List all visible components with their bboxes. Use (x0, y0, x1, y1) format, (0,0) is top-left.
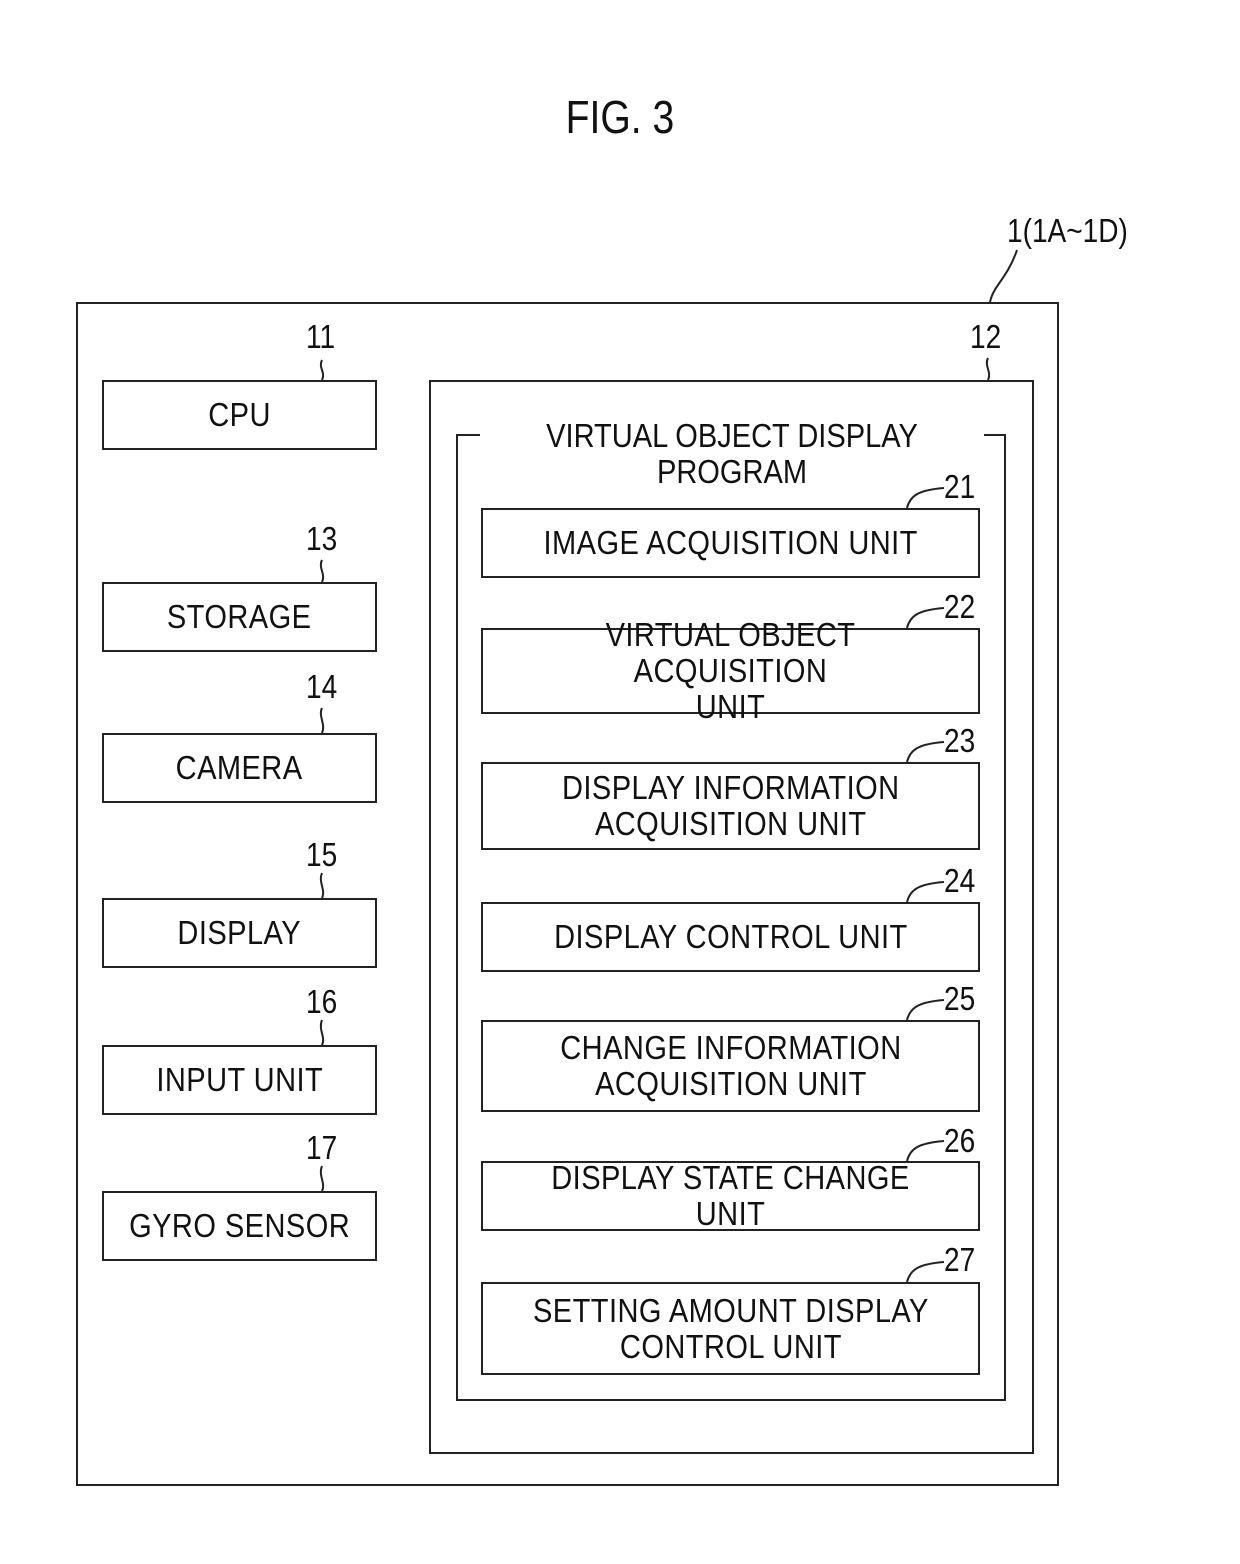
image-acquisition-unit: IMAGE ACQUISITION UNIT (481, 508, 980, 578)
ref-21: 21 (944, 468, 976, 505)
ref-13: 13 (306, 520, 338, 557)
display-control-unit: DISPLAY CONTROL UNIT (481, 902, 980, 972)
camera-block: CAMERA (102, 733, 377, 803)
setting-amount-display-control-unit: SETTING AMOUNT DISPLAY CONTROL UNIT (481, 1282, 980, 1375)
ref-27: 27 (944, 1241, 976, 1278)
ref-16: 16 (306, 983, 338, 1020)
display-block: DISPLAY (102, 898, 377, 968)
display-state-change-unit: DISPLAY STATE CHANGE UNIT (481, 1160, 980, 1232)
gyro-sensor-block: GYRO SENSOR (102, 1191, 377, 1261)
virtual-object-acquisition-unit: VIRTUAL OBJECT ACQUISITION UNIT (481, 617, 980, 725)
device-ref-label: 1(1A~1D) (1007, 212, 1128, 249)
leader-device (989, 249, 1018, 303)
ref-26: 26 (944, 1122, 976, 1159)
ref-11: 11 (306, 318, 336, 355)
program-title-line1: VIRTUAL OBJECT DISPLAY (546, 417, 918, 454)
program-frame-top-right (984, 434, 1006, 436)
program-title: VIRTUAL OBJECT DISPLAY PROGRAM (480, 418, 984, 490)
ref-12: 12 (970, 318, 1002, 355)
ref-24: 24 (944, 862, 976, 899)
display-information-acquisition-unit: DISPLAY INFORMATION ACQUISITION UNIT (481, 762, 980, 850)
cpu-block: CPU (102, 380, 377, 450)
program-frame-top-left (456, 434, 480, 436)
ref-22: 22 (944, 588, 976, 625)
ref-15: 15 (306, 836, 338, 873)
ref-14: 14 (306, 668, 338, 705)
change-information-acquisition-unit: CHANGE INFORMATION ACQUISITION UNIT (481, 1020, 980, 1112)
ref-25: 25 (944, 980, 976, 1017)
figure-title: FIG. 3 (565, 91, 675, 143)
storage-block: STORAGE (102, 582, 377, 652)
program-title-line2: PROGRAM (656, 453, 808, 490)
ref-23: 23 (944, 722, 976, 759)
ref-17: 17 (306, 1129, 338, 1166)
input-unit-block: INPUT UNIT (102, 1045, 377, 1115)
